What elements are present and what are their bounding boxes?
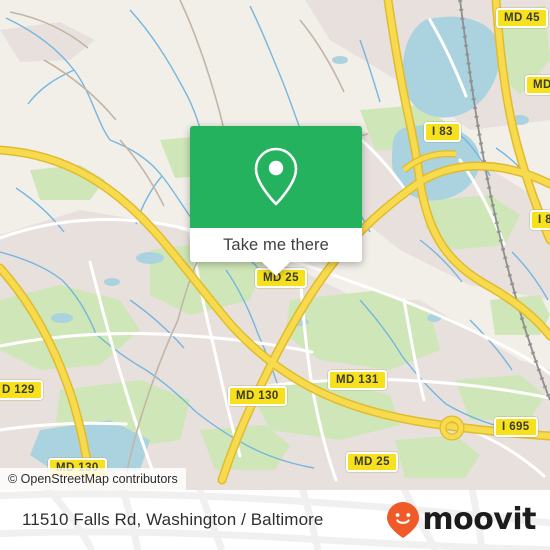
road-shield: MD 45: [496, 8, 548, 28]
osm-attribution[interactable]: © OpenStreetMap contributors: [0, 468, 186, 490]
road-shield: I 83: [424, 122, 461, 142]
road-shield: D 129: [0, 380, 43, 400]
screenshot-root: MD 45 MD 4 I 83 I 8 MD 25 MD 131 MD 130 …: [0, 0, 550, 550]
location-popup-card[interactable]: Take me there: [190, 126, 362, 276]
road-shield: I 8: [530, 210, 550, 230]
map-pin-icon: [254, 147, 298, 206]
map-canvas[interactable]: MD 45 MD 4 I 83 I 8 MD 25 MD 131 MD 130 …: [0, 0, 550, 490]
road-shield: I 695: [494, 417, 538, 437]
bottom-info-bar: 11510 Falls Rd, Washington / Baltimore m…: [0, 490, 550, 550]
road-shield: MD 4: [525, 75, 550, 95]
address-text: 11510 Falls Rd, Washington / Baltimore: [22, 510, 324, 529]
moovit-wordmark: moovit: [422, 502, 536, 537]
popup-pin-panel: [190, 126, 362, 228]
road-shield: MD 25: [346, 452, 398, 472]
moovit-smiley-pin-icon: [387, 502, 420, 538]
moovit-logo[interactable]: moovit: [386, 490, 536, 550]
take-me-there-button[interactable]: Take me there: [190, 228, 362, 262]
road-shield: MD 131: [328, 370, 387, 390]
road-shield: MD 130: [228, 386, 287, 406]
popup-tail-pointer: [262, 262, 290, 276]
take-me-there-label: Take me there: [223, 235, 329, 254]
